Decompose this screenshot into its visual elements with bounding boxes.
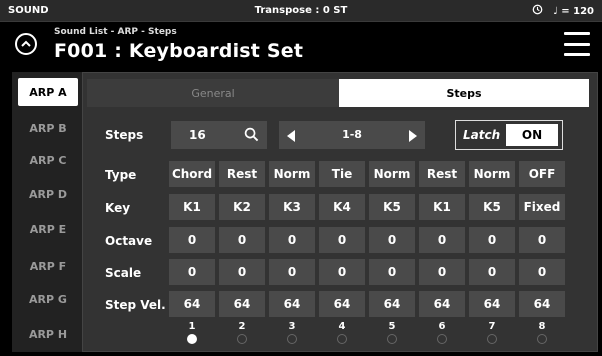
cell-type-step-3[interactable]: Norm bbox=[269, 161, 315, 187]
row-label-scale: Scale bbox=[105, 266, 142, 280]
sidebar-item-arp-h[interactable]: ARP H bbox=[18, 320, 78, 348]
tab-steps[interactable]: Steps bbox=[339, 79, 589, 107]
cell-key-step-1[interactable]: K1 bbox=[169, 194, 215, 220]
cell-octave-step-4[interactable]: 0 bbox=[319, 227, 365, 253]
cell-scale-step-6[interactable]: 0 bbox=[419, 259, 465, 285]
cell-octave-step-1[interactable]: 0 bbox=[169, 227, 215, 253]
step-led-4 bbox=[337, 334, 347, 344]
cell-octave-step-6[interactable]: 0 bbox=[419, 227, 465, 253]
arp-sidebar: ARP A ARP B ARP C ARP D ARP E ARP F ARP … bbox=[12, 72, 82, 352]
header: Sound List - ARP - Steps F001 : Keyboard… bbox=[0, 22, 602, 68]
triangle-right-icon[interactable] bbox=[408, 128, 419, 147]
step-led-6 bbox=[437, 334, 447, 344]
cell-step-vel-step-2[interactable]: 64 bbox=[219, 291, 265, 317]
row-label-type: Type bbox=[105, 168, 137, 182]
step-led-8 bbox=[537, 334, 547, 344]
tempo-display[interactable]: ♩ = 120 bbox=[553, 6, 594, 17]
cell-scale-step-7[interactable]: 0 bbox=[469, 259, 515, 285]
cell-step-vel-step-6[interactable]: 64 bbox=[419, 291, 465, 317]
sidebar-item-arp-a[interactable]: ARP A bbox=[18, 78, 78, 106]
cell-step-vel-step-5[interactable]: 64 bbox=[369, 291, 415, 317]
step-led-2 bbox=[237, 334, 247, 344]
steps-value: 16 bbox=[189, 128, 206, 142]
row-label-key: Key bbox=[105, 201, 131, 215]
cell-step-vel-step-7[interactable]: 64 bbox=[469, 291, 515, 317]
cell-step-vel-step-8[interactable]: 64 bbox=[519, 291, 565, 317]
cell-scale-step-5[interactable]: 0 bbox=[369, 259, 415, 285]
cell-type-step-1[interactable]: Chord bbox=[169, 161, 215, 187]
cell-octave-step-8[interactable]: 0 bbox=[519, 227, 565, 253]
cell-key-step-2[interactable]: K2 bbox=[219, 194, 265, 220]
status-bar: SOUND Transpose : 0 ST ♩ = 120 bbox=[0, 0, 602, 22]
sidebar-item-arp-f[interactable]: ARP F bbox=[18, 252, 78, 280]
step-led-1 bbox=[187, 334, 197, 344]
steps-label: Steps bbox=[105, 128, 144, 142]
latch-control: Latch ON bbox=[455, 120, 563, 150]
status-right-group: ♩ = 120 bbox=[532, 4, 594, 18]
cell-type-step-8[interactable]: OFF bbox=[519, 161, 565, 187]
clock-icon bbox=[532, 4, 543, 18]
row-label-step-vel: Step Vel. bbox=[105, 298, 166, 312]
latch-toggle[interactable]: ON bbox=[506, 124, 558, 146]
step-number-3: 3 bbox=[288, 321, 296, 332]
step-number-4: 4 bbox=[338, 321, 346, 332]
step-number-2: 2 bbox=[238, 321, 246, 332]
cell-scale-step-1[interactable]: 0 bbox=[169, 259, 215, 285]
sidebar-item-arp-c[interactable]: ARP C bbox=[18, 146, 78, 174]
cell-type-step-7[interactable]: Norm bbox=[469, 161, 515, 187]
cell-key-step-7[interactable]: K5 bbox=[469, 194, 515, 220]
breadcrumb: Sound List - ARP - Steps bbox=[54, 27, 177, 37]
step-led-7 bbox=[487, 334, 497, 344]
step-range-value: 1-8 bbox=[342, 128, 362, 141]
search-icon[interactable] bbox=[244, 127, 259, 146]
sidebar-item-arp-e[interactable]: ARP E bbox=[18, 215, 78, 243]
sidebar-item-arp-g[interactable]: ARP G bbox=[18, 285, 78, 313]
back-button[interactable] bbox=[15, 33, 37, 55]
cell-step-vel-step-1[interactable]: 64 bbox=[169, 291, 215, 317]
step-range-selector: 1-8 bbox=[279, 121, 425, 149]
steps-field[interactable]: 16 bbox=[171, 121, 267, 149]
back-circle-icon bbox=[21, 40, 31, 47]
step-led-5 bbox=[387, 334, 397, 344]
cell-type-step-6[interactable]: Rest bbox=[419, 161, 465, 187]
cell-octave-step-7[interactable]: 0 bbox=[469, 227, 515, 253]
row-label-octave: Octave bbox=[105, 234, 153, 248]
main-panel: ARP A ARP B ARP C ARP D ARP E ARP F ARP … bbox=[12, 72, 598, 352]
sidebar-item-arp-d[interactable]: ARP D bbox=[18, 180, 78, 208]
step-number-1: 1 bbox=[188, 321, 196, 332]
cell-key-step-4[interactable]: K4 bbox=[319, 194, 365, 220]
cell-scale-step-3[interactable]: 0 bbox=[269, 259, 315, 285]
tab-general[interactable]: General bbox=[87, 79, 339, 107]
cell-scale-step-2[interactable]: 0 bbox=[219, 259, 265, 285]
cell-key-step-5[interactable]: K5 bbox=[369, 194, 415, 220]
cell-key-step-8[interactable]: Fixed bbox=[519, 194, 565, 220]
cell-octave-step-2[interactable]: 0 bbox=[219, 227, 265, 253]
step-number-5: 5 bbox=[388, 321, 396, 332]
step-number-8: 8 bbox=[538, 321, 546, 332]
cell-scale-step-4[interactable]: 0 bbox=[319, 259, 365, 285]
step-led-3 bbox=[287, 334, 297, 344]
cell-scale-step-8[interactable]: 0 bbox=[519, 259, 565, 285]
transpose-status: Transpose : 0 ST bbox=[254, 5, 348, 16]
steps-content: General Steps Steps 16 1-8 Latch ON Type… bbox=[82, 72, 598, 352]
latch-label: Latch bbox=[463, 128, 501, 142]
cell-key-step-3[interactable]: K3 bbox=[269, 194, 315, 220]
step-number-7: 7 bbox=[488, 321, 496, 332]
cell-step-vel-step-3[interactable]: 64 bbox=[269, 291, 315, 317]
cell-octave-step-5[interactable]: 0 bbox=[369, 227, 415, 253]
sidebar-item-arp-b[interactable]: ARP B bbox=[18, 114, 78, 142]
menu-icon[interactable] bbox=[564, 32, 590, 56]
cell-step-vel-step-4[interactable]: 64 bbox=[319, 291, 365, 317]
page-title: F001 : Keyboardist Set bbox=[54, 40, 304, 62]
cell-type-step-5[interactable]: Norm bbox=[369, 161, 415, 187]
cell-type-step-2[interactable]: Rest bbox=[219, 161, 265, 187]
cell-key-step-6[interactable]: K1 bbox=[419, 194, 465, 220]
step-number-6: 6 bbox=[438, 321, 446, 332]
cell-octave-step-3[interactable]: 0 bbox=[269, 227, 315, 253]
cell-type-step-4[interactable]: Tie bbox=[319, 161, 365, 187]
